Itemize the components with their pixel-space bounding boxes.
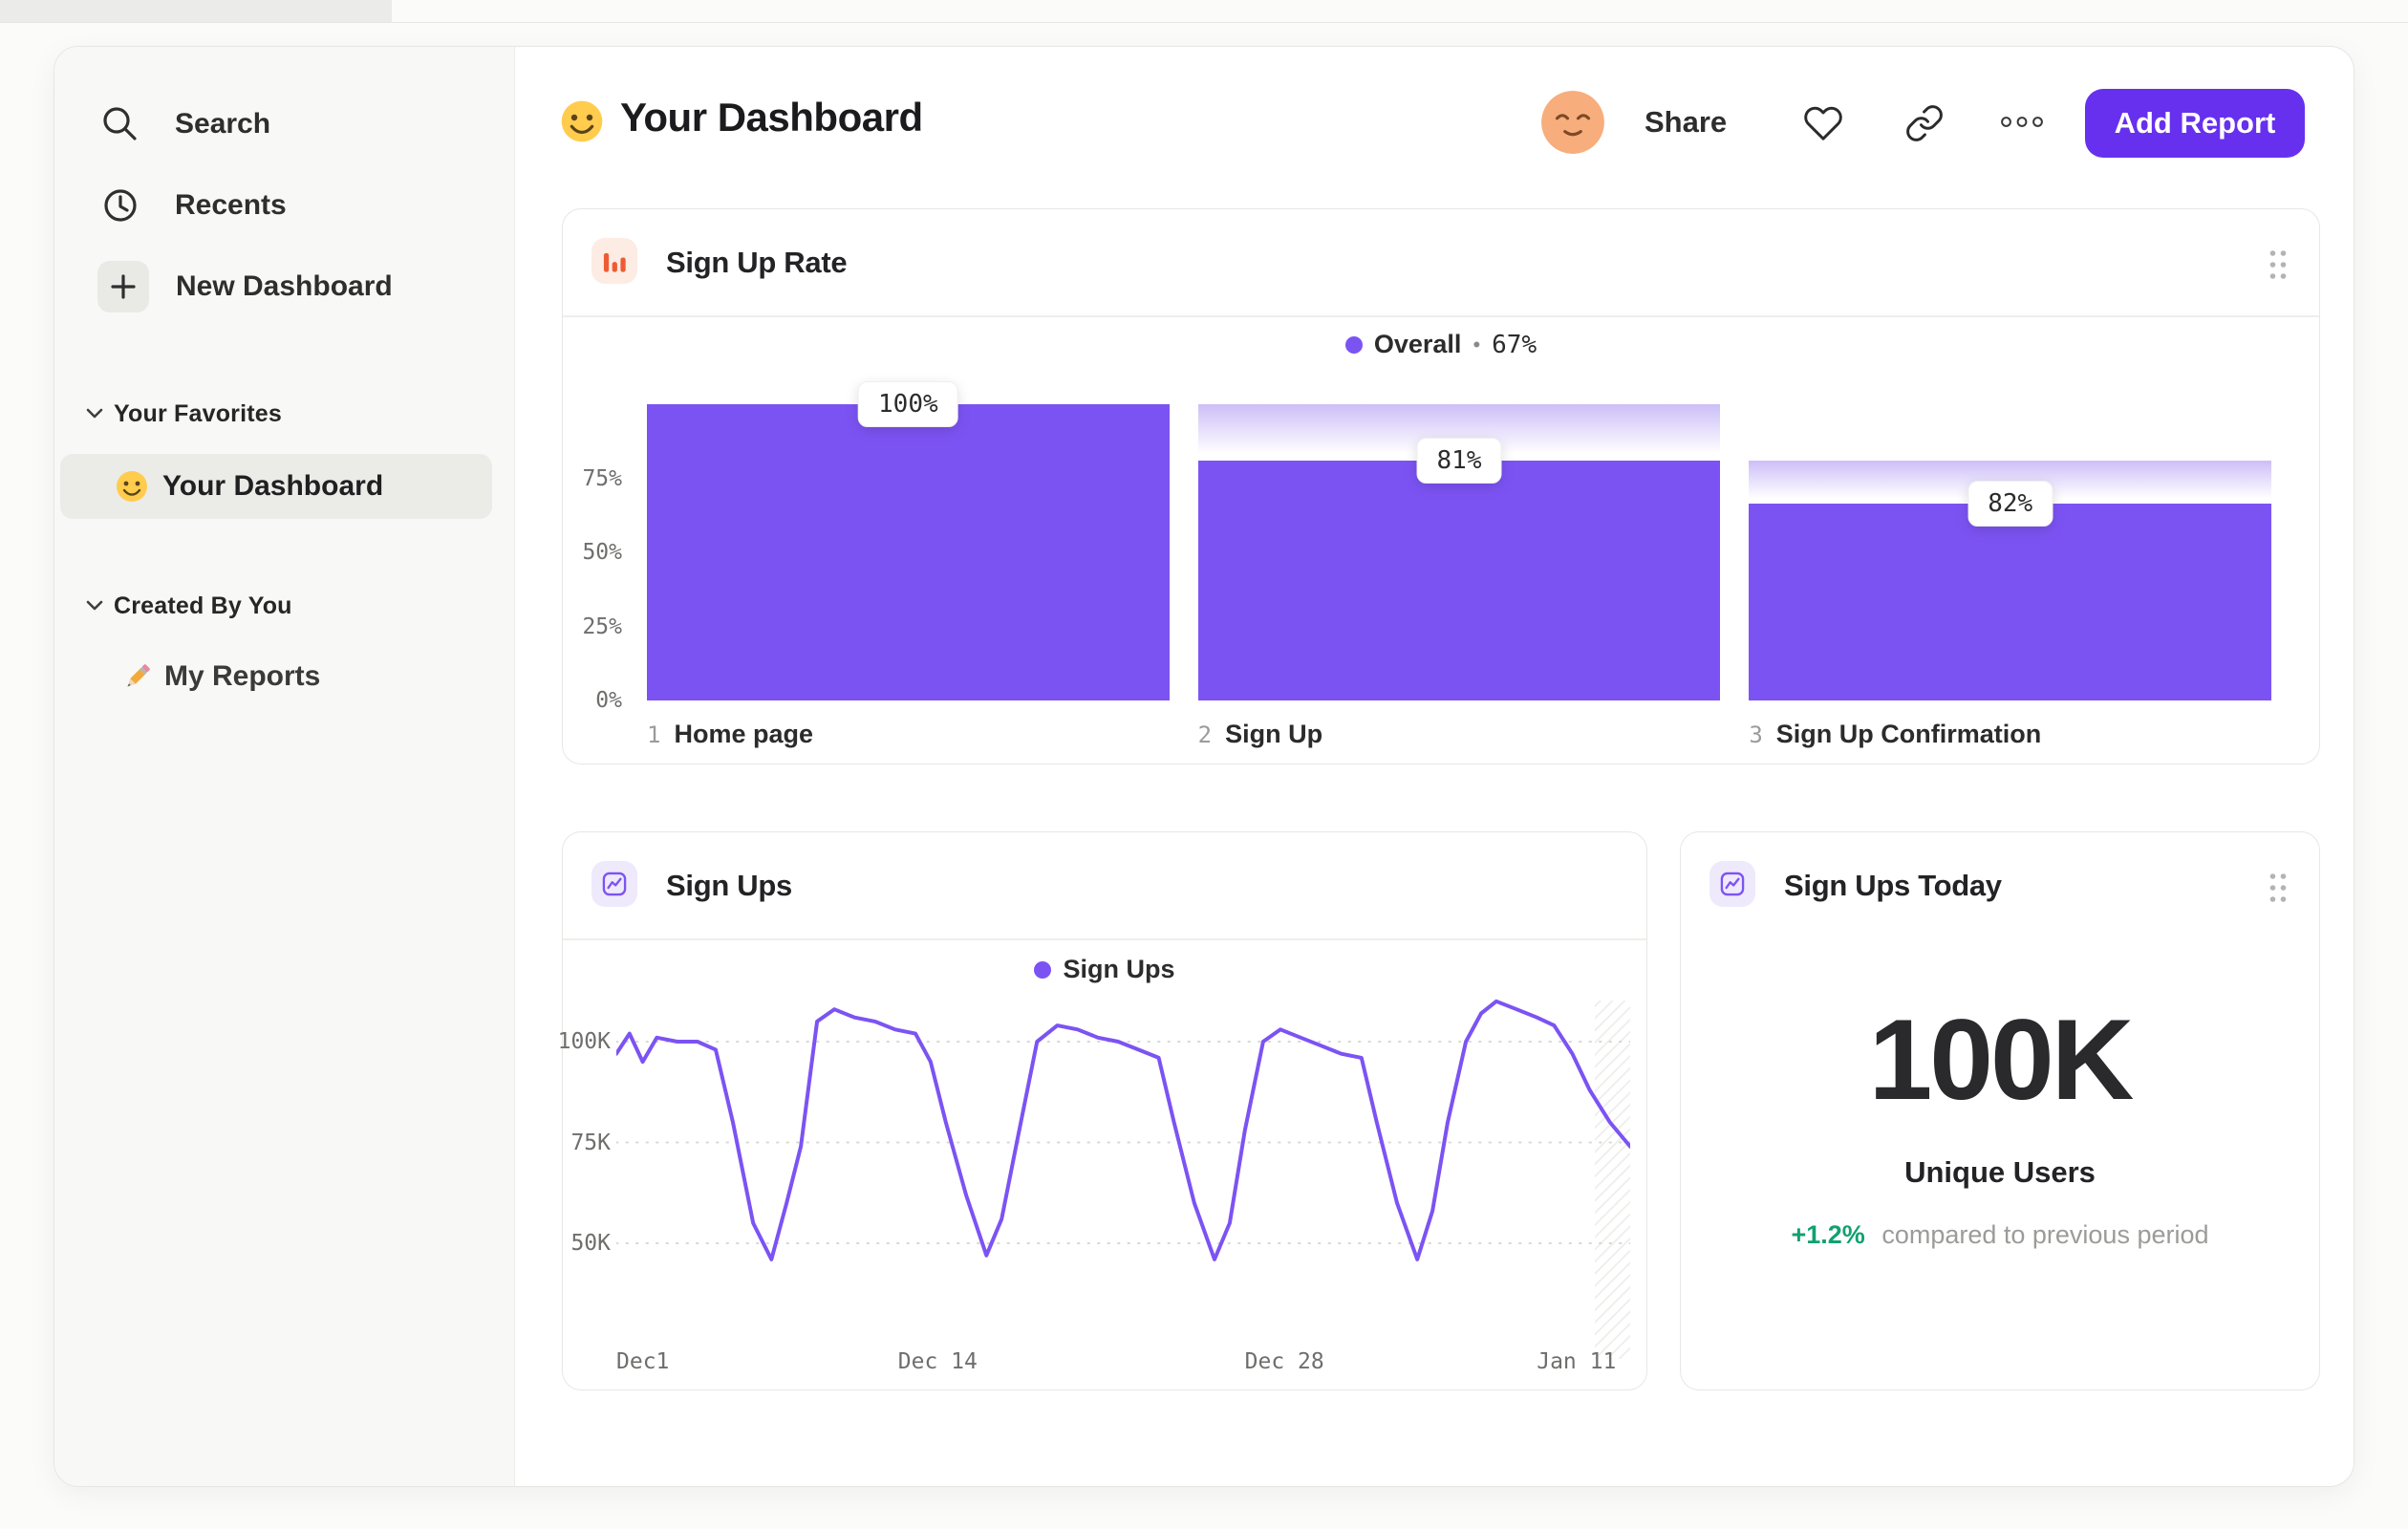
pencil-emoji-icon bbox=[127, 664, 150, 687]
funnel-step-label: 3 Sign Up Confirmation bbox=[1749, 720, 2042, 748]
add-report-button[interactable]: Add Report bbox=[2085, 89, 2305, 158]
dashboard-title-emoji-icon bbox=[561, 100, 603, 142]
chevron-down-icon bbox=[86, 600, 103, 611]
divider bbox=[563, 938, 1646, 940]
funnel-bar-sign-up-confirmation[interactable]: 82% bbox=[1749, 404, 2272, 700]
funnel-value-tooltip: 81% bbox=[1416, 437, 1502, 484]
sidebar-item-label: New Dashboard bbox=[176, 270, 393, 302]
sidebar-item-new-dashboard[interactable]: New Dashboard bbox=[97, 258, 393, 315]
sidebar-item-your-dashboard[interactable]: Your Dashboard bbox=[60, 454, 492, 519]
y-tick-label: 50K bbox=[570, 1231, 611, 1256]
y-tick-label: 0% bbox=[595, 688, 622, 713]
relieved-face-emoji-icon bbox=[1541, 91, 1604, 154]
sidebar-item-label: Your Dashboard bbox=[162, 470, 384, 502]
legend-dot bbox=[1034, 960, 1052, 979]
funnel-x-axis: 1 Home page 2 Sign Up 3 Sign Up Confirma… bbox=[647, 720, 2271, 749]
funnel-y-axis: 75% 50% 25% 0% bbox=[563, 404, 632, 714]
clock-icon bbox=[104, 189, 137, 222]
chevron-down-icon bbox=[86, 408, 103, 419]
signups-card: Sign Ups Sign Ups 100K 75K 50K Dec1 Dec 14 D… bbox=[558, 831, 1647, 1390]
plus-icon bbox=[97, 261, 149, 312]
sidebar-item-label: Recents bbox=[175, 189, 287, 221]
signups-line-chart[interactable] bbox=[616, 986, 1630, 1368]
y-tick-label: 75K bbox=[570, 1130, 611, 1155]
sidebar-section-created-by-you[interactable]: Created By You bbox=[85, 591, 292, 621]
signups-series-line bbox=[616, 999, 1630, 1261]
funnel-bar-home-page[interactable]: 100% bbox=[647, 381, 1170, 700]
signups-today-card: Sign Ups Today 100K Unique Users +1.2% c… bbox=[1680, 831, 2320, 1390]
search-icon bbox=[103, 107, 137, 140]
y-tick-label: 25% bbox=[582, 614, 622, 639]
signup-rate-card: Sign Up Rate Overall • 67% 75% 50% 25% 0% 1… bbox=[562, 208, 2320, 764]
legend-name: Sign Ups bbox=[1063, 955, 1175, 983]
sidebar-item-search[interactable]: Search bbox=[97, 96, 270, 153]
drag-handle-icon[interactable] bbox=[2268, 871, 2289, 905]
metric-value: 100K bbox=[1868, 996, 2135, 1124]
divider bbox=[563, 315, 2319, 317]
more-options-icon[interactable] bbox=[2000, 116, 2044, 128]
link-icon[interactable] bbox=[1904, 103, 1945, 143]
screen-top-strip bbox=[0, 0, 392, 22]
funnel-value-tooltip: 82% bbox=[1967, 481, 2053, 528]
funnel-bar-sign-up[interactable]: 81% bbox=[1197, 404, 1721, 700]
funnel-value-tooltip: 100% bbox=[858, 381, 958, 427]
metric-change-desc: compared to previous period bbox=[1881, 1220, 2209, 1249]
screen-top-divider bbox=[0, 22, 2408, 23]
incomplete-period-band bbox=[1595, 1001, 1630, 1359]
app-window: Search Recents New Dashboard Your Favori bbox=[54, 46, 2354, 1487]
card-title: Sign Ups bbox=[666, 869, 792, 902]
y-tick-label: 75% bbox=[582, 465, 622, 491]
metric-label: Unique Users bbox=[1904, 1155, 2096, 1189]
line-y-axis: 100K 75K 50K bbox=[558, 832, 622, 1389]
line-chart-icon bbox=[1709, 861, 1755, 907]
x-tick-label: Dec 14 bbox=[897, 1349, 978, 1374]
legend-separator: • bbox=[1473, 332, 1481, 356]
funnel-bar-fill bbox=[1749, 504, 2272, 700]
line-legend[interactable]: Sign Ups bbox=[563, 955, 1646, 984]
metric-change: +1.2% compared to previous period bbox=[1681, 1220, 2319, 1250]
sidebar: Search Recents New Dashboard Your Favori bbox=[54, 47, 515, 1486]
funnel-plot: 100% 81% 82% bbox=[647, 381, 2272, 700]
card-title: Sign Ups Today bbox=[1784, 869, 2002, 902]
sidebar-item-label: Search bbox=[175, 108, 271, 140]
funnel-bar-fill bbox=[647, 404, 1170, 700]
page-title: Your Dashboard bbox=[620, 95, 923, 140]
legend-dot bbox=[1344, 335, 1363, 354]
sidebar-item-recents[interactable]: Recents bbox=[97, 177, 287, 234]
funnel-step-label: 2 Sign Up bbox=[1197, 720, 1323, 748]
smiley-emoji-icon bbox=[117, 471, 147, 502]
share-button[interactable]: Share bbox=[1645, 105, 1727, 140]
funnel-legend[interactable]: Overall • 67% bbox=[563, 330, 2319, 359]
funnel-step-label: 1 Home page bbox=[647, 720, 813, 748]
x-tick-label: Dec 28 bbox=[1244, 1349, 1324, 1374]
y-tick-label: 50% bbox=[582, 540, 622, 565]
legend-name: Overall bbox=[1373, 330, 1462, 358]
funnel-bar-fill bbox=[1197, 460, 1721, 700]
section-title: Created By You bbox=[114, 592, 292, 619]
card-title: Sign Up Rate bbox=[666, 246, 848, 279]
x-tick-label: Jan 11 bbox=[1537, 1349, 1617, 1374]
avatar[interactable] bbox=[1541, 91, 1604, 154]
heart-icon[interactable] bbox=[1803, 103, 1843, 143]
legend-value: 67% bbox=[1492, 330, 1537, 359]
sidebar-section-your-favorites[interactable]: Your Favorites bbox=[85, 398, 282, 429]
drag-handle-icon[interactable] bbox=[2268, 248, 2289, 282]
sidebar-item-label: My Reports bbox=[164, 660, 321, 692]
section-title: Your Favorites bbox=[114, 399, 282, 427]
y-tick-label: 100K bbox=[557, 1029, 611, 1054]
metric-change-pct: +1.2% bbox=[1791, 1220, 1865, 1249]
line-x-axis: Dec1 Dec 14 Dec 28 Jan 11 bbox=[563, 1348, 1646, 1377]
x-tick-label: Dec1 bbox=[616, 1349, 670, 1374]
bar-chart-icon bbox=[591, 238, 637, 284]
sidebar-item-my-reports[interactable]: My Reports bbox=[120, 648, 320, 705]
